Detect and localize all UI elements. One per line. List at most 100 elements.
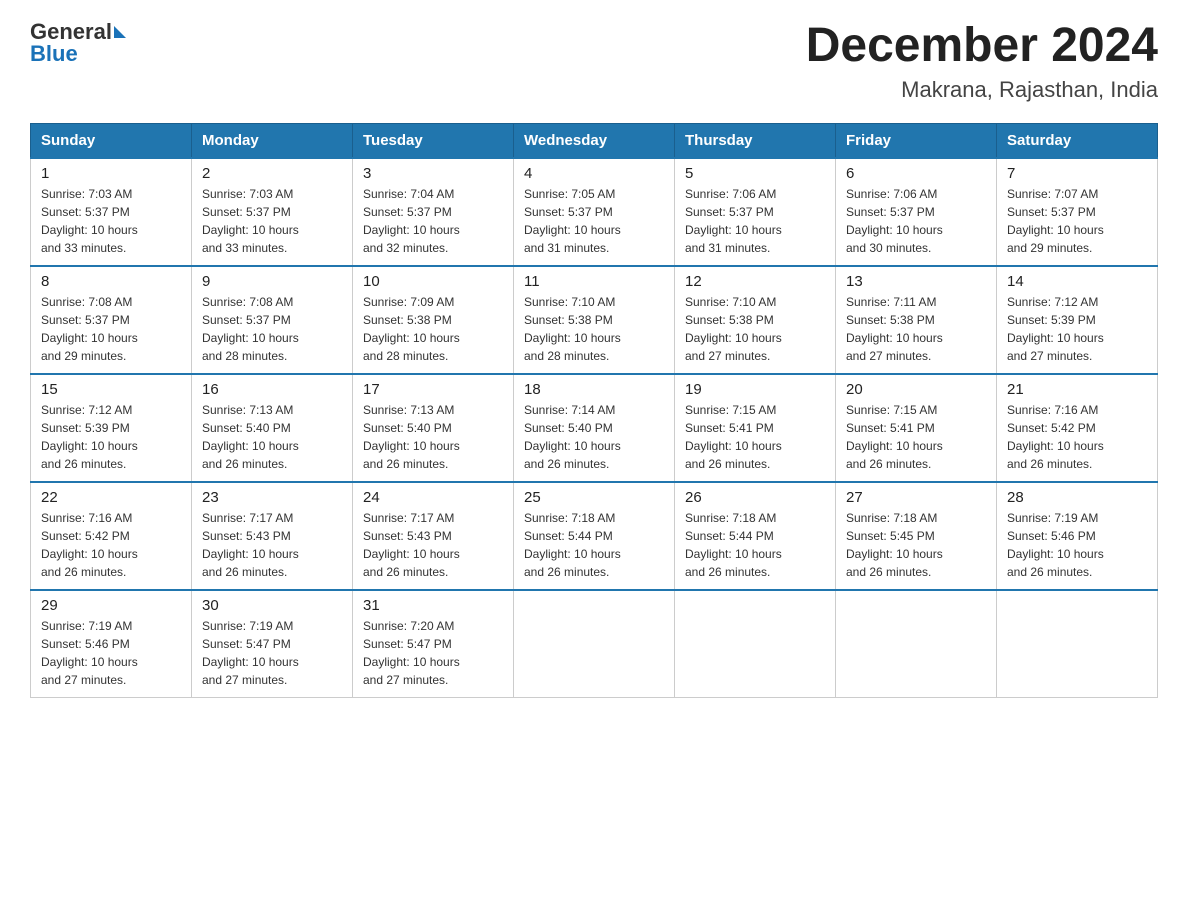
day-info: Sunrise: 7:15 AMSunset: 5:41 PMDaylight:…	[846, 401, 986, 473]
calendar-cell: 8 Sunrise: 7:08 AMSunset: 5:37 PMDayligh…	[31, 266, 192, 374]
day-number: 21	[1007, 381, 1147, 398]
day-info: Sunrise: 7:20 AMSunset: 5:47 PMDaylight:…	[363, 617, 503, 689]
day-info: Sunrise: 7:11 AMSunset: 5:38 PMDaylight:…	[846, 293, 986, 365]
day-number: 14	[1007, 273, 1147, 290]
day-number: 27	[846, 489, 986, 506]
calendar-cell: 25 Sunrise: 7:18 AMSunset: 5:44 PMDaylig…	[514, 482, 675, 590]
day-number: 18	[524, 381, 664, 398]
column-header-monday: Monday	[192, 123, 353, 158]
location: Makrana, Rajasthan, India	[806, 77, 1158, 103]
day-info: Sunrise: 7:08 AMSunset: 5:37 PMDaylight:…	[41, 293, 181, 365]
day-info: Sunrise: 7:17 AMSunset: 5:43 PMDaylight:…	[202, 509, 342, 581]
calendar-cell: 3 Sunrise: 7:04 AMSunset: 5:37 PMDayligh…	[353, 158, 514, 266]
day-info: Sunrise: 7:19 AMSunset: 5:47 PMDaylight:…	[202, 617, 342, 689]
day-info: Sunrise: 7:06 AMSunset: 5:37 PMDaylight:…	[685, 185, 825, 257]
day-number: 25	[524, 489, 664, 506]
calendar-cell: 23 Sunrise: 7:17 AMSunset: 5:43 PMDaylig…	[192, 482, 353, 590]
calendar-cell: 12 Sunrise: 7:10 AMSunset: 5:38 PMDaylig…	[675, 266, 836, 374]
week-row-1: 1 Sunrise: 7:03 AMSunset: 5:37 PMDayligh…	[31, 158, 1158, 266]
day-number: 12	[685, 273, 825, 290]
logo-blue: Blue	[30, 42, 78, 66]
week-row-3: 15 Sunrise: 7:12 AMSunset: 5:39 PMDaylig…	[31, 374, 1158, 482]
day-number: 23	[202, 489, 342, 506]
day-number: 4	[524, 165, 664, 182]
day-number: 1	[41, 165, 181, 182]
day-info: Sunrise: 7:05 AMSunset: 5:37 PMDaylight:…	[524, 185, 664, 257]
week-row-5: 29 Sunrise: 7:19 AMSunset: 5:46 PMDaylig…	[31, 590, 1158, 698]
column-header-saturday: Saturday	[997, 123, 1158, 158]
day-number: 7	[1007, 165, 1147, 182]
day-number: 24	[363, 489, 503, 506]
logo: General Blue	[30, 20, 126, 66]
calendar-cell	[675, 590, 836, 698]
day-number: 30	[202, 597, 342, 614]
page-header: General Blue December 2024 Makrana, Raja…	[30, 20, 1158, 103]
day-info: Sunrise: 7:03 AMSunset: 5:37 PMDaylight:…	[202, 185, 342, 257]
calendar-cell: 6 Sunrise: 7:06 AMSunset: 5:37 PMDayligh…	[836, 158, 997, 266]
calendar-cell: 27 Sunrise: 7:18 AMSunset: 5:45 PMDaylig…	[836, 482, 997, 590]
day-number: 2	[202, 165, 342, 182]
day-number: 13	[846, 273, 986, 290]
calendar-table: SundayMondayTuesdayWednesdayThursdayFrid…	[30, 123, 1158, 698]
day-info: Sunrise: 7:19 AMSunset: 5:46 PMDaylight:…	[41, 617, 181, 689]
day-number: 26	[685, 489, 825, 506]
day-number: 19	[685, 381, 825, 398]
column-header-thursday: Thursday	[675, 123, 836, 158]
day-info: Sunrise: 7:07 AMSunset: 5:37 PMDaylight:…	[1007, 185, 1147, 257]
day-info: Sunrise: 7:08 AMSunset: 5:37 PMDaylight:…	[202, 293, 342, 365]
calendar-cell: 4 Sunrise: 7:05 AMSunset: 5:37 PMDayligh…	[514, 158, 675, 266]
day-info: Sunrise: 7:10 AMSunset: 5:38 PMDaylight:…	[524, 293, 664, 365]
day-number: 10	[363, 273, 503, 290]
day-number: 28	[1007, 489, 1147, 506]
calendar-cell: 17 Sunrise: 7:13 AMSunset: 5:40 PMDaylig…	[353, 374, 514, 482]
column-header-wednesday: Wednesday	[514, 123, 675, 158]
day-number: 3	[363, 165, 503, 182]
calendar-cell: 18 Sunrise: 7:14 AMSunset: 5:40 PMDaylig…	[514, 374, 675, 482]
column-header-tuesday: Tuesday	[353, 123, 514, 158]
calendar-cell: 30 Sunrise: 7:19 AMSunset: 5:47 PMDaylig…	[192, 590, 353, 698]
calendar-cell: 29 Sunrise: 7:19 AMSunset: 5:46 PMDaylig…	[31, 590, 192, 698]
week-row-4: 22 Sunrise: 7:16 AMSunset: 5:42 PMDaylig…	[31, 482, 1158, 590]
day-info: Sunrise: 7:17 AMSunset: 5:43 PMDaylight:…	[363, 509, 503, 581]
day-info: Sunrise: 7:12 AMSunset: 5:39 PMDaylight:…	[41, 401, 181, 473]
calendar-cell: 16 Sunrise: 7:13 AMSunset: 5:40 PMDaylig…	[192, 374, 353, 482]
column-header-sunday: Sunday	[31, 123, 192, 158]
calendar-cell: 9 Sunrise: 7:08 AMSunset: 5:37 PMDayligh…	[192, 266, 353, 374]
week-row-2: 8 Sunrise: 7:08 AMSunset: 5:37 PMDayligh…	[31, 266, 1158, 374]
calendar-cell	[836, 590, 997, 698]
day-info: Sunrise: 7:16 AMSunset: 5:42 PMDaylight:…	[1007, 401, 1147, 473]
day-info: Sunrise: 7:15 AMSunset: 5:41 PMDaylight:…	[685, 401, 825, 473]
calendar-cell: 7 Sunrise: 7:07 AMSunset: 5:37 PMDayligh…	[997, 158, 1158, 266]
calendar-cell: 31 Sunrise: 7:20 AMSunset: 5:47 PMDaylig…	[353, 590, 514, 698]
calendar-cell	[514, 590, 675, 698]
calendar-cell: 15 Sunrise: 7:12 AMSunset: 5:39 PMDaylig…	[31, 374, 192, 482]
day-number: 15	[41, 381, 181, 398]
calendar-header-row: SundayMondayTuesdayWednesdayThursdayFrid…	[31, 123, 1158, 158]
day-info: Sunrise: 7:19 AMSunset: 5:46 PMDaylight:…	[1007, 509, 1147, 581]
day-info: Sunrise: 7:13 AMSunset: 5:40 PMDaylight:…	[202, 401, 342, 473]
day-number: 29	[41, 597, 181, 614]
calendar-cell: 22 Sunrise: 7:16 AMSunset: 5:42 PMDaylig…	[31, 482, 192, 590]
day-info: Sunrise: 7:18 AMSunset: 5:44 PMDaylight:…	[685, 509, 825, 581]
calendar-cell: 14 Sunrise: 7:12 AMSunset: 5:39 PMDaylig…	[997, 266, 1158, 374]
day-number: 17	[363, 381, 503, 398]
calendar-cell: 10 Sunrise: 7:09 AMSunset: 5:38 PMDaylig…	[353, 266, 514, 374]
month-title: December 2024	[806, 20, 1158, 73]
day-number: 22	[41, 489, 181, 506]
calendar-cell: 24 Sunrise: 7:17 AMSunset: 5:43 PMDaylig…	[353, 482, 514, 590]
logo-triangle-icon	[114, 26, 126, 38]
calendar-cell: 2 Sunrise: 7:03 AMSunset: 5:37 PMDayligh…	[192, 158, 353, 266]
day-info: Sunrise: 7:12 AMSunset: 5:39 PMDaylight:…	[1007, 293, 1147, 365]
calendar-cell: 21 Sunrise: 7:16 AMSunset: 5:42 PMDaylig…	[997, 374, 1158, 482]
calendar-cell: 28 Sunrise: 7:19 AMSunset: 5:46 PMDaylig…	[997, 482, 1158, 590]
day-info: Sunrise: 7:03 AMSunset: 5:37 PMDaylight:…	[41, 185, 181, 257]
calendar-cell: 11 Sunrise: 7:10 AMSunset: 5:38 PMDaylig…	[514, 266, 675, 374]
day-number: 6	[846, 165, 986, 182]
day-info: Sunrise: 7:18 AMSunset: 5:45 PMDaylight:…	[846, 509, 986, 581]
calendar-cell: 5 Sunrise: 7:06 AMSunset: 5:37 PMDayligh…	[675, 158, 836, 266]
title-area: December 2024 Makrana, Rajasthan, India	[806, 20, 1158, 103]
day-info: Sunrise: 7:13 AMSunset: 5:40 PMDaylight:…	[363, 401, 503, 473]
calendar-cell: 20 Sunrise: 7:15 AMSunset: 5:41 PMDaylig…	[836, 374, 997, 482]
day-number: 20	[846, 381, 986, 398]
day-info: Sunrise: 7:06 AMSunset: 5:37 PMDaylight:…	[846, 185, 986, 257]
